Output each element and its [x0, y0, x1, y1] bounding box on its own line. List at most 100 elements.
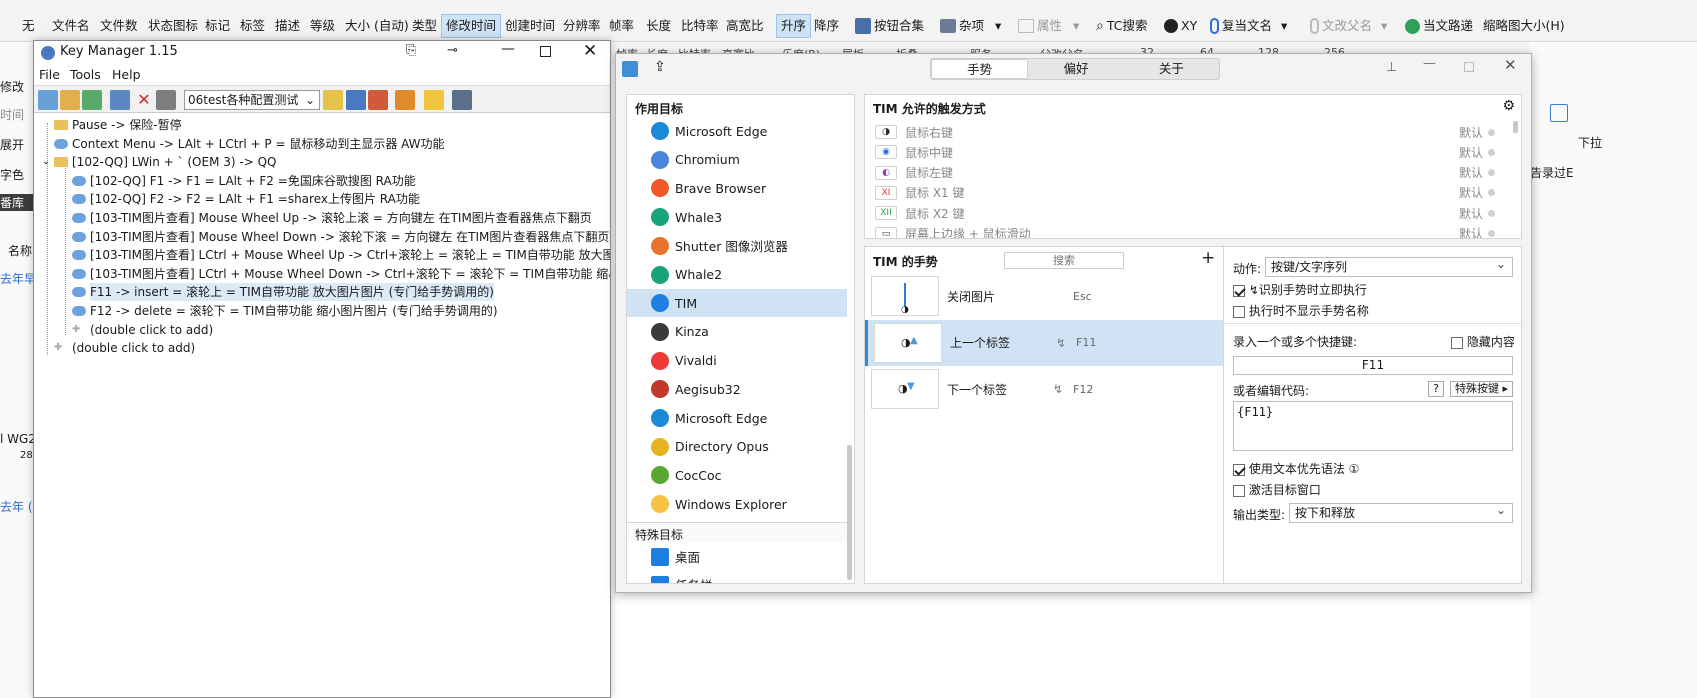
strip-label[interactable]: 去年 (1 [0, 498, 35, 515]
edit-icon[interactable] [110, 90, 130, 110]
strip-label[interactable]: 告录过E [1530, 164, 1574, 181]
target-app-item[interactable]: Whale3 [627, 203, 847, 231]
activate-window-checkbox[interactable] [1233, 484, 1245, 497]
tree-item[interactable]: [103-TIM图片查看] LCtrl + Mouse Wheel Up -> … [72, 246, 610, 264]
target-app-item[interactable]: Shutter 图像浏览器 [627, 232, 847, 260]
sort-desc-button[interactable]: 描述 [273, 14, 302, 38]
gesture-item[interactable]: ◑ 关闭图片 Esc [865, 273, 1223, 319]
trash-icon[interactable] [156, 90, 176, 110]
trigger-item[interactable]: ◉ 鼠标中键 默认 [865, 142, 1507, 162]
new-profile-icon[interactable] [323, 90, 343, 110]
help-button[interactable]: ? [1428, 381, 1444, 397]
sort-length-button[interactable]: 长度 [644, 14, 673, 38]
maximize-icon[interactable] [540, 46, 551, 57]
trigger-item[interactable]: XI 鼠标 X1 键 默认 [865, 183, 1507, 203]
tc-search-button[interactable]: ⌕ TC搜索 [1096, 14, 1147, 38]
rename-profile-icon[interactable] [346, 90, 366, 110]
shortcut-recorder-input[interactable]: F11 [1233, 356, 1513, 375]
strip-label[interactable]: 字色 [0, 166, 24, 183]
trigger-value[interactable]: 默认 [1459, 124, 1483, 141]
trigger-value[interactable]: 默认 [1459, 144, 1483, 161]
tree-item[interactable]: ✚ (double click to add) [72, 321, 213, 339]
exec-immediately-option[interactable]: ↯识别手势时立即执行 [1233, 281, 1367, 298]
strip-label[interactable]: 下拉 [1578, 134, 1602, 151]
target-app-item[interactable]: Directory Opus [627, 433, 847, 461]
tree-item[interactable]: [103-TIM图片查看] LCtrl + Mouse Wheel Down -… [72, 265, 610, 283]
button-set-button[interactable]: 按钮合集 [855, 14, 924, 38]
sort-bitrate-button[interactable]: 比特率 [679, 14, 721, 38]
gesture-item[interactable]: ◑ ▼ 下一个标签 ↯ F12 [865, 366, 1223, 412]
pause-icon[interactable] [424, 90, 444, 110]
strip-label[interactable]: 展开 [0, 136, 24, 153]
menu-tools[interactable]: Tools [70, 67, 101, 82]
sort-status-icon-button[interactable]: 状态图标 [146, 14, 200, 38]
hide-content-option[interactable]: 隐藏内容 [1451, 333, 1515, 350]
add-gesture-icon[interactable]: + [1201, 248, 1215, 268]
trigger-value[interactable]: 默认 [1459, 205, 1483, 222]
strip-label[interactable]: l WG2 [0, 432, 35, 446]
sort-rating-button[interactable]: 等级 [308, 14, 337, 38]
target-app-item[interactable]: Brave Browser [627, 174, 847, 202]
gear-icon[interactable]: ⚙ [1502, 98, 1515, 114]
strip-label[interactable]: 去年早 [0, 270, 35, 287]
gesture-item[interactable]: ◑ ▲ 上一个标签 ↯ F11 [865, 319, 1223, 366]
share-icon[interactable]: ⇪ [654, 59, 666, 75]
add-key-icon[interactable] [38, 90, 58, 110]
profile-select[interactable]: 06test各种配置测试 ⌄ [184, 90, 320, 110]
close-icon[interactable]: ✕ [1504, 56, 1517, 74]
trigger-item[interactable]: ▭ 屏幕上边缘 + 鼠标滑动 默认 [865, 224, 1507, 238]
minimize-icon[interactable]: — [501, 41, 515, 57]
target-app-item[interactable]: Microsoft Edge [627, 404, 847, 432]
menu-file[interactable]: File [39, 67, 60, 82]
tree-item[interactable]: [102-QQ] F1 -> F1 = LAlt + F2 =免国床谷歌搜图 R… [72, 172, 416, 190]
tree-item[interactable]: F12 -> delete = 滚轮下 = TIM自带功能 缩小图片图片 (专门… [72, 302, 498, 320]
chevron-down-icon[interactable]: ⌄ [42, 153, 50, 171]
tree-item[interactable]: Context Menu -> LAlt + LCtrl + P = 鼠标移动到… [54, 135, 445, 153]
sort-tag-button[interactable]: 标签 [238, 14, 267, 38]
hide-content-checkbox[interactable] [1451, 336, 1463, 349]
output-type-select[interactable]: 按下和释放 [1289, 501, 1513, 523]
strip-label[interactable]: 番库 [0, 194, 35, 211]
tree-item[interactable]: ✚ (double click to add) [54, 339, 195, 357]
menu-help[interactable]: Help [112, 67, 141, 82]
special-keys-button[interactable]: 特殊按键 ▸ [1450, 381, 1513, 397]
xy-button[interactable]: XY [1164, 14, 1197, 38]
current-path-button[interactable]: 当文路递 [1405, 14, 1473, 38]
tree-item[interactable]: [103-TIM图片查看] Mouse Wheel Down -> 滚轮下滚 =… [72, 228, 609, 246]
sort-asc-button[interactable]: 升序 [776, 14, 812, 38]
copy-parent-button[interactable]: 文改父名 ▾ [1310, 14, 1387, 38]
tree-item[interactable]: ⌄ [102-QQ] LWin + ` (OEM 3) -> QQ [42, 153, 276, 171]
delete-icon[interactable]: ✕ [134, 90, 154, 110]
target-app-item[interactable]: Windows Explorer [627, 490, 847, 518]
sort-aspect-button[interactable]: 高宽比 [724, 14, 766, 38]
minimize-icon[interactable]: — [1423, 56, 1436, 71]
sort-filename-button[interactable]: 文件名 [50, 14, 92, 38]
trigger-toggle[interactable] [1488, 230, 1495, 237]
triggers-scrollbar[interactable] [1513, 121, 1518, 133]
sort-filecount-button[interactable]: 文件数 [98, 14, 140, 38]
tree-item[interactable]: Pause -> 保险-暂停 [54, 116, 182, 134]
target-app-item[interactable]: Aegisub32 [627, 375, 847, 403]
trigger-item[interactable]: ◑ 鼠标右键 默认 [865, 122, 1507, 142]
properties-button[interactable]: 属性 ▾ [1018, 14, 1079, 38]
trigger-item[interactable]: ◐ 鼠标左键 默认 [865, 163, 1507, 183]
sort-desc-order-button[interactable]: 降序 [812, 14, 841, 38]
trigger-value[interactable]: 默认 [1459, 164, 1483, 181]
target-app-item[interactable]: TIM [627, 289, 847, 318]
add-item-icon[interactable] [82, 90, 102, 110]
target-app-item[interactable]: Whale2 [627, 261, 847, 289]
text-priority-checkbox[interactable] [1233, 463, 1245, 476]
always-on-top-icon[interactable]: ⊸ [447, 43, 458, 58]
close-icon[interactable]: ✕ [583, 41, 597, 61]
trigger-item[interactable]: XII 鼠标 X2 键 默认 [865, 203, 1507, 223]
thumbnail-size-button[interactable]: 缩略图大小(H) [1483, 14, 1565, 38]
settings-icon[interactable] [452, 90, 472, 110]
sort-framerate-button[interactable]: 帧率 [607, 14, 636, 38]
sort-size-button[interactable]: 大小 (自动) [343, 14, 411, 38]
trigger-value[interactable]: 默认 [1459, 225, 1483, 238]
sort-created-button[interactable]: 创建时间 [503, 14, 557, 38]
sort-none-button[interactable]: 无 [20, 14, 37, 38]
tree-item[interactable]: F11 -> insert = 滚轮上 = TIM自带功能 放大图片图片 (专门… [72, 283, 494, 302]
target-app-item[interactable]: Kinza [627, 318, 847, 346]
target-app-item[interactable]: Microsoft Edge [627, 117, 847, 145]
